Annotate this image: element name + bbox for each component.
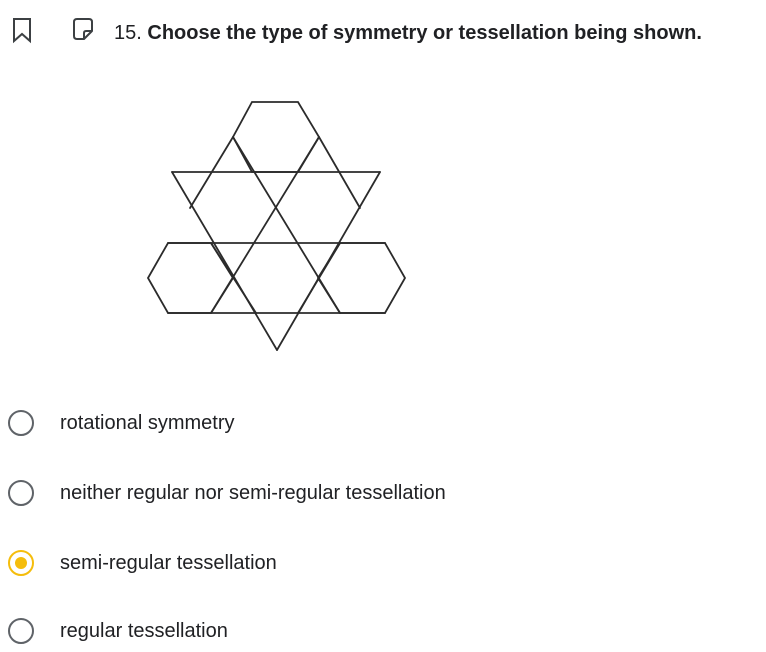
top-hexagon xyxy=(231,101,321,173)
question-title: 15. Choose the type of symmetry or tesse… xyxy=(114,21,702,45)
radio-button-selected[interactable] xyxy=(8,550,34,576)
option-label: regular tessellation xyxy=(60,619,228,642)
option-label: semi-regular tessellation xyxy=(60,551,277,574)
option-rotational-symmetry[interactable]: rotational symmetry xyxy=(8,406,235,440)
radio-selected-dot xyxy=(15,557,27,569)
radio-button[interactable] xyxy=(8,480,34,506)
bookmark-icon[interactable] xyxy=(10,16,34,44)
question-text: Choose the type of symmetry or tessellat… xyxy=(147,22,702,44)
option-regular-tessellation[interactable]: regular tessellation xyxy=(8,614,228,648)
right-hexagon xyxy=(316,242,407,314)
option-label: rotational symmetry xyxy=(60,411,235,434)
option-semi-regular-tessellation[interactable]: semi-regular tessellation xyxy=(8,546,277,580)
radio-button[interactable] xyxy=(8,618,34,644)
tessellation-figure xyxy=(146,101,407,351)
note-icon[interactable] xyxy=(70,16,96,42)
question-number: 15. xyxy=(114,22,142,44)
radio-button[interactable] xyxy=(8,410,34,436)
option-neither-tessellation[interactable]: neither regular nor semi-regular tessell… xyxy=(8,476,446,510)
option-label: neither regular nor semi-regular tessell… xyxy=(60,481,446,504)
